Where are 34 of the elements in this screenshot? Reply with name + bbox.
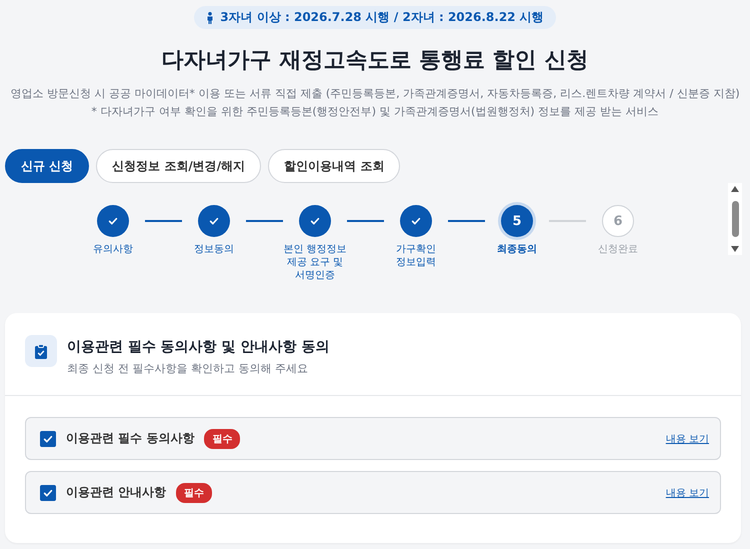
checkbox[interactable] (40, 430, 56, 446)
view-content-link[interactable]: 내용 보기 (666, 432, 709, 446)
step-label: 유의사항 (93, 243, 133, 256)
scroll-up-icon[interactable] (731, 186, 739, 192)
tab[interactable]: 신청정보 조회/변경/해지 (96, 149, 262, 183)
description-text: 영업소 방문신청 시 공공 마이데이터* 이용 또는 서류 직접 제출 (주민등록등본, 가족관계증명서, 자동차등록증, 리스.렌트차량 계약서 / 신분증 지참) (10, 86, 740, 102)
notice-banner: 3자녀 이상 : 2026.7.28 시행 / 2자녀 : 2026.8.22 시행 (194, 6, 556, 29)
card-title: 이용관련 필수 동의사항 및 안내사항 동의 (67, 338, 330, 356)
required-tag: 필수 (204, 428, 240, 448)
person-icon (206, 12, 214, 24)
tab[interactable]: 신규 신청 (5, 149, 90, 183)
agreement-label: 이용관련 필수 동의사항 (66, 430, 194, 447)
step-label: 정보동의 (194, 243, 234, 256)
check-icon (410, 215, 422, 227)
step-circle: 6 (602, 205, 634, 237)
step-circle: 5 (501, 205, 533, 237)
agreement-label: 이용관련 안내사항 (66, 484, 166, 501)
description-text: * 다자녀가구 여부 확인을 위한 주민등록등본(행정안전부) 및 가족관계증명서(법원행정처) 정보를 제공 받는 서비스 (91, 104, 659, 120)
page-title: 다자녀가구 재정고속도로 통행료 할인 신청 (162, 47, 588, 75)
check-icon (208, 215, 220, 227)
step-label: 본인 행정정보 제공 요구 및 서명인증 (283, 243, 347, 282)
scroll-down-icon[interactable] (731, 246, 739, 252)
required-tag: 필수 (176, 482, 212, 502)
step-label: 신청완료 (598, 243, 638, 256)
step-label: 가구확인 정보입력 (396, 243, 436, 269)
card-subtitle: 최종 신청 전 필수사항을 확인하고 동의해 주세요 (67, 361, 309, 376)
step-label: 최종동의 (497, 243, 537, 256)
check-icon (107, 215, 119, 227)
tab[interactable]: 할인이용내역 조회 (268, 149, 400, 183)
scrollbar[interactable] (728, 183, 742, 255)
clipboard-icon (25, 335, 57, 367)
checkbox[interactable] (40, 484, 56, 500)
check-icon (309, 215, 321, 227)
view-content-link[interactable]: 내용 보기 (666, 486, 709, 500)
